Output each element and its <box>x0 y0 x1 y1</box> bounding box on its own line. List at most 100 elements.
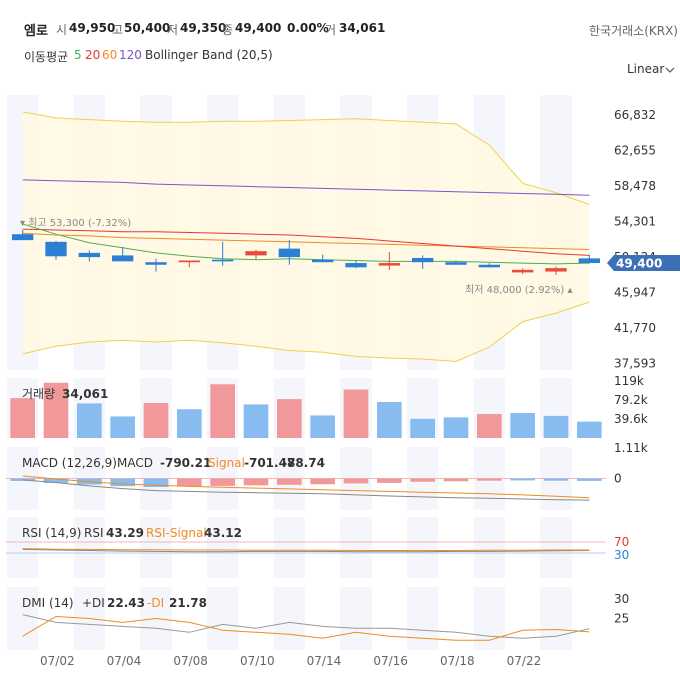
volume-title: 거래량 <box>22 387 55 401</box>
x-tick-label: 07/10 <box>240 654 275 668</box>
price-tick-label: 41,770 <box>614 321 656 335</box>
volume-bar <box>210 384 235 438</box>
volume-tick-label: 39.6k <box>614 412 648 426</box>
macd-tick-label: 0 <box>614 472 622 486</box>
macd-histogram-bar <box>210 478 235 486</box>
column-band <box>407 517 439 578</box>
volume-bar <box>177 409 202 438</box>
price-tick-label: 58,478 <box>614 179 656 193</box>
column-band <box>207 587 239 650</box>
macd-signal-label: Signal <box>208 456 245 470</box>
macd-histogram-bar <box>177 478 202 487</box>
x-tick-label: 07/16 <box>373 654 408 668</box>
column-band <box>340 517 372 578</box>
price-tick-label: 66,832 <box>614 108 656 122</box>
macd-histogram-bar <box>110 478 135 487</box>
macd-histogram-bar <box>577 478 602 481</box>
candle-body <box>278 248 300 258</box>
dmi-minus-value: 21.78 <box>169 596 207 610</box>
high-annotation: ▾ 최고 53,300 (-7.32%) <box>20 217 131 229</box>
x-tick-label: 07/18 <box>440 654 475 668</box>
stock-chart: 66,83262,65558,47854,30150,12445,94741,7… <box>6 95 680 668</box>
macd-hist-value: -88.74 <box>282 456 325 470</box>
column-band <box>273 587 305 650</box>
volume-bar <box>10 398 36 438</box>
x-tick-label: 07/14 <box>307 654 342 668</box>
dmi-tick-label: 25 <box>614 612 629 626</box>
price-tick-label: 54,301 <box>614 214 656 228</box>
volume-tick-label: 119k <box>614 374 644 388</box>
candle-body <box>478 264 500 268</box>
dmi-minus-label: -DI <box>147 596 164 610</box>
candle-body <box>512 269 534 273</box>
macd-tick-label: 1.11k <box>614 441 648 455</box>
candle-body <box>245 251 267 256</box>
macd-histogram-bar <box>310 478 335 485</box>
current-price-label: 49,400 <box>616 257 662 271</box>
rsi-value: 43.29 <box>106 526 144 540</box>
candle-body <box>45 241 67 257</box>
volume-bar <box>377 402 402 438</box>
volume-bar <box>443 417 469 438</box>
macd-value: -790.21 <box>160 456 211 470</box>
volume-bar <box>110 416 135 438</box>
macd-histogram-bar <box>277 478 302 485</box>
column-band <box>273 517 305 578</box>
dmi-tick-label: 30 <box>614 592 629 606</box>
price-tick-label: 62,655 <box>614 144 656 158</box>
macd-histogram-bar <box>443 478 469 482</box>
volume-bar <box>477 414 502 438</box>
macd-histogram-bar <box>543 478 569 481</box>
column-band <box>540 517 572 578</box>
x-tick-label: 07/22 <box>507 654 542 668</box>
column-band <box>340 587 372 650</box>
candle-body <box>345 263 367 268</box>
volume-bar <box>277 399 302 438</box>
candle-body <box>545 268 567 272</box>
dmi-title: DMI (14) <box>22 596 74 610</box>
volume-bar <box>243 404 269 438</box>
candle-body <box>212 259 234 262</box>
rsi-tick-70: 70 <box>614 535 629 549</box>
rsi-label: RSI <box>84 526 104 540</box>
volume-bar <box>143 402 169 438</box>
volume-tick-label: 79.2k <box>614 393 648 407</box>
rsi-signal-label: RSI-Signal <box>146 526 207 540</box>
x-tick-label: 07/08 <box>173 654 208 668</box>
macd-histogram-bar <box>377 478 402 483</box>
dmi-plus-value: 22.43 <box>107 596 145 610</box>
volume-bar <box>543 415 569 438</box>
rsi-title: RSI (14,9) <box>22 526 81 540</box>
candle-body <box>78 252 100 258</box>
volume-bar <box>343 389 369 438</box>
low-annotation: 최저 48,000 (2.92%) ▴ <box>465 284 573 296</box>
macd-histogram-bar <box>477 478 502 481</box>
macd-histogram-bar <box>243 478 269 486</box>
candle-body <box>378 263 400 266</box>
volume-bar <box>310 415 335 438</box>
macd-histogram-bar <box>343 478 369 484</box>
candle-body <box>312 259 334 263</box>
volume-bar <box>577 421 602 438</box>
volume-bar <box>77 403 102 438</box>
macd-histogram-bar <box>510 478 535 481</box>
macd-title: MACD (12,26,9) <box>22 456 117 470</box>
dmi-plus-label: +DI <box>82 596 105 610</box>
candle-body <box>178 260 200 263</box>
x-tick-label: 07/04 <box>107 654 142 668</box>
candle-body <box>145 262 167 265</box>
rsi-tick-30: 30 <box>614 548 629 562</box>
candle-body <box>12 234 34 241</box>
candle-body <box>412 257 434 263</box>
candle-body <box>445 262 467 265</box>
macd-histogram-bar <box>410 478 435 482</box>
volume-bar <box>410 418 435 438</box>
volume-bar <box>510 413 535 438</box>
candle-body <box>112 255 134 262</box>
volume-value: 34,061 <box>62 387 108 401</box>
column-band <box>473 517 505 578</box>
price-tick-label: 37,593 <box>614 356 656 370</box>
rsi-signal-value: 43.12 <box>204 526 242 540</box>
x-tick-label: 07/02 <box>40 654 75 668</box>
column-band <box>407 587 439 650</box>
